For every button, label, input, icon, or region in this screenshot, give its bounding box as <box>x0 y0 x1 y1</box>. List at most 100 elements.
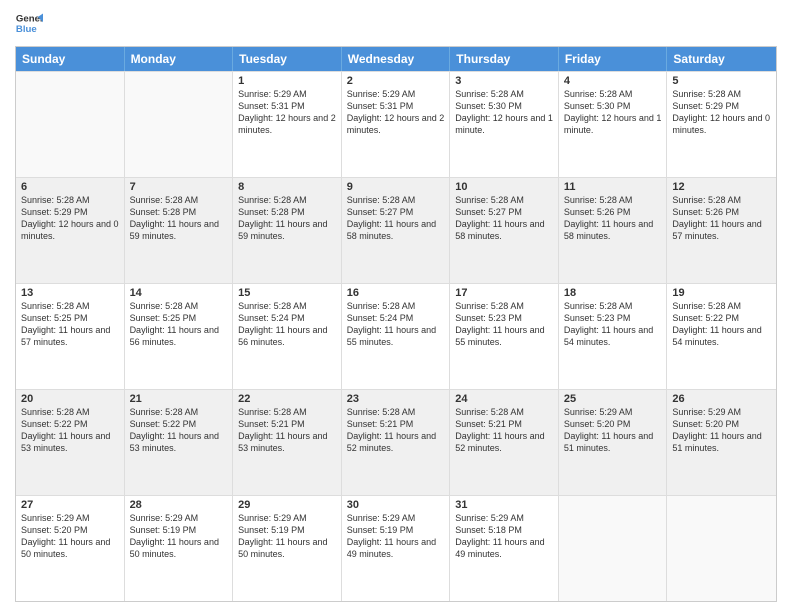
day-number: 8 <box>238 181 336 193</box>
day-number: 4 <box>564 75 662 87</box>
day-number: 28 <box>130 499 228 511</box>
logo: General Blue <box>15 10 43 38</box>
cal-row-1: 6Sunrise: 5:28 AM Sunset: 5:29 PM Daylig… <box>16 177 776 283</box>
cal-cell-20: 20Sunrise: 5:28 AM Sunset: 5:22 PM Dayli… <box>16 390 125 495</box>
cal-cell-26: 26Sunrise: 5:29 AM Sunset: 5:20 PM Dayli… <box>667 390 776 495</box>
day-header-thursday: Thursday <box>450 47 559 71</box>
day-header-sunday: Sunday <box>16 47 125 71</box>
day-number: 13 <box>21 287 119 299</box>
cell-info: Sunrise: 5:28 AM Sunset: 5:23 PM Dayligh… <box>455 300 553 349</box>
cell-info: Sunrise: 5:28 AM Sunset: 5:22 PM Dayligh… <box>130 406 228 455</box>
day-header-friday: Friday <box>559 47 668 71</box>
cal-row-2: 13Sunrise: 5:28 AM Sunset: 5:25 PM Dayli… <box>16 283 776 389</box>
cell-info: Sunrise: 5:29 AM Sunset: 5:18 PM Dayligh… <box>455 512 553 561</box>
cell-info: Sunrise: 5:28 AM Sunset: 5:26 PM Dayligh… <box>672 194 771 243</box>
day-header-tuesday: Tuesday <box>233 47 342 71</box>
day-number: 27 <box>21 499 119 511</box>
day-header-saturday: Saturday <box>667 47 776 71</box>
cal-row-0: 1Sunrise: 5:29 AM Sunset: 5:31 PM Daylig… <box>16 71 776 177</box>
cell-info: Sunrise: 5:28 AM Sunset: 5:21 PM Dayligh… <box>347 406 445 455</box>
day-number: 12 <box>672 181 771 193</box>
cell-info: Sunrise: 5:28 AM Sunset: 5:24 PM Dayligh… <box>347 300 445 349</box>
cal-cell-14: 14Sunrise: 5:28 AM Sunset: 5:25 PM Dayli… <box>125 284 234 389</box>
calendar: SundayMondayTuesdayWednesdayThursdayFrid… <box>15 46 777 602</box>
cal-cell-23: 23Sunrise: 5:28 AM Sunset: 5:21 PM Dayli… <box>342 390 451 495</box>
cal-cell-empty <box>125 72 234 177</box>
cal-cell-6: 6Sunrise: 5:28 AM Sunset: 5:29 PM Daylig… <box>16 178 125 283</box>
cell-info: Sunrise: 5:28 AM Sunset: 5:30 PM Dayligh… <box>455 88 553 137</box>
cal-cell-empty <box>667 496 776 601</box>
cell-info: Sunrise: 5:29 AM Sunset: 5:31 PM Dayligh… <box>238 88 336 137</box>
day-number: 7 <box>130 181 228 193</box>
cell-info: Sunrise: 5:29 AM Sunset: 5:20 PM Dayligh… <box>564 406 662 455</box>
day-number: 9 <box>347 181 445 193</box>
cal-cell-1: 1Sunrise: 5:29 AM Sunset: 5:31 PM Daylig… <box>233 72 342 177</box>
cal-row-3: 20 Sunrise: 5:28 AM Sunset: 5:22 PM Dayli… <box>16 389 776 495</box>
day-number: 30 <box>347 499 445 511</box>
day-number: 31 <box>455 499 553 511</box>
cal-cell-7: 7Sunrise: 5:28 AM Sunset: 5:28 PM Daylig… <box>125 178 234 283</box>
day-number: 2 <box>347 75 445 87</box>
svg-text:General: General <box>16 13 43 24</box>
day-number: 23 <box>347 393 445 405</box>
cell-info: Sunrise: 5:29 AM Sunset: 5:31 PM Dayligh… <box>347 88 445 137</box>
day-number: 25 <box>564 393 662 405</box>
cal-cell-16: 16Sunrise: 5:28 AM Sunset: 5:24 PM Dayli… <box>342 284 451 389</box>
cal-cell-30: 30Sunrise: 5:29 AM Sunset: 5:19 PM Dayli… <box>342 496 451 601</box>
cell-info: Sunrise: 5:28 AM Sunset: 5:21 PM Dayligh… <box>455 406 553 455</box>
cell-info: Sunrise: 5:29 AM Sunset: 5:19 PM Dayligh… <box>130 512 228 561</box>
svg-text:Blue: Blue <box>16 24 37 35</box>
day-number: 11 <box>564 181 662 193</box>
cal-cell-22: 22Sunrise: 5:28 AM Sunset: 5:21 PM Dayli… <box>233 390 342 495</box>
cell-info: Sunrise: 5:28 AM Sunset: 5:25 PM Dayligh… <box>21 300 119 349</box>
cal-cell-25: 25Sunrise: 5:29 AM Sunset: 5:20 PM Dayli… <box>559 390 668 495</box>
cell-info: Sunrise: 5:28 AM Sunset: 5:23 PM Dayligh… <box>564 300 662 349</box>
cal-cell-11: 11Sunrise: 5:28 AM Sunset: 5:26 PM Dayli… <box>559 178 668 283</box>
cell-info: Sunrise: 5:28 AM Sunset: 5:21 PM Dayligh… <box>238 406 336 455</box>
day-number: 18 <box>564 287 662 299</box>
cal-cell-31: 31Sunrise: 5:29 AM Sunset: 5:18 PM Dayli… <box>450 496 559 601</box>
day-number: 29 <box>238 499 336 511</box>
cal-cell-empty <box>16 72 125 177</box>
cell-info: Sunrise: 5:28 AM Sunset: 5:27 PM Dayligh… <box>455 194 553 243</box>
cal-cell-12: 12Sunrise: 5:28 AM Sunset: 5:26 PM Dayli… <box>667 178 776 283</box>
cell-info: Sunrise: 5:28 AM Sunset: 5:27 PM Dayligh… <box>347 194 445 243</box>
cal-cell-18: 18Sunrise: 5:28 AM Sunset: 5:23 PM Dayli… <box>559 284 668 389</box>
day-number: 5 <box>672 75 771 87</box>
day-number: 10 <box>455 181 553 193</box>
cell-info: Sunrise: 5:28 AM Sunset: 5:25 PM Dayligh… <box>130 300 228 349</box>
cal-cell-5: 5Sunrise: 5:28 AM Sunset: 5:29 PM Daylig… <box>667 72 776 177</box>
cell-info: Sunrise: 5:29 AM Sunset: 5:19 PM Dayligh… <box>347 512 445 561</box>
day-number: 24 <box>455 393 553 405</box>
cell-info: Sunrise: 5:28 AM Sunset: 5:29 PM Dayligh… <box>672 88 771 137</box>
cell-info: Sunrise: 5:28 AM Sunset: 5:28 PM Dayligh… <box>238 194 336 243</box>
cell-info: Sunrise: 5:28 AM Sunset: 5:30 PM Dayligh… <box>564 88 662 137</box>
cell-info: Sunrise: 5:28 AM Sunset: 5:29 PM Dayligh… <box>21 194 119 243</box>
cal-cell-29: 29Sunrise: 5:29 AM Sunset: 5:19 PM Dayli… <box>233 496 342 601</box>
day-number: 3 <box>455 75 553 87</box>
cal-cell-9: 9Sunrise: 5:28 AM Sunset: 5:27 PM Daylig… <box>342 178 451 283</box>
cal-cell-13: 13Sunrise: 5:28 AM Sunset: 5:25 PM Dayli… <box>16 284 125 389</box>
cal-cell-28: 28Sunrise: 5:29 AM Sunset: 5:19 PM Dayli… <box>125 496 234 601</box>
cal-cell-2: 2Sunrise: 5:29 AM Sunset: 5:31 PM Daylig… <box>342 72 451 177</box>
cell-info: Sunrise: 5:28 AM Sunset: 5:24 PM Dayligh… <box>238 300 336 349</box>
day-number: 21 <box>130 393 228 405</box>
cell-info: Sunrise: 5:28 AM Sunset: 5:26 PM Dayligh… <box>564 194 662 243</box>
calendar-body: 1Sunrise: 5:29 AM Sunset: 5:31 PM Daylig… <box>16 71 776 601</box>
day-header-wednesday: Wednesday <box>342 47 451 71</box>
day-number: 22 <box>238 393 336 405</box>
calendar-header: SundayMondayTuesdayWednesdayThursdayFrid… <box>16 47 776 71</box>
cell-info: Sunrise: 5:28 AM Sunset: 5:22 PM Dayligh… <box>672 300 771 349</box>
day-number: 17 <box>455 287 553 299</box>
day-number: 14 <box>130 287 228 299</box>
header: General Blue <box>15 10 777 38</box>
day-number: 20 <box>21 393 119 405</box>
day-number: 1 <box>238 75 336 87</box>
day-header-monday: Monday <box>125 47 234 71</box>
cal-cell-3: 3Sunrise: 5:28 AM Sunset: 5:30 PM Daylig… <box>450 72 559 177</box>
day-number: 6 <box>21 181 119 193</box>
cal-cell-4: 4Sunrise: 5:28 AM Sunset: 5:30 PM Daylig… <box>559 72 668 177</box>
cell-info: Sunrise: 5:29 AM Sunset: 5:20 PM Dayligh… <box>21 512 119 561</box>
logo-icon: General Blue <box>15 10 43 38</box>
cal-cell-10: 10Sunrise: 5:28 AM Sunset: 5:27 PM Dayli… <box>450 178 559 283</box>
